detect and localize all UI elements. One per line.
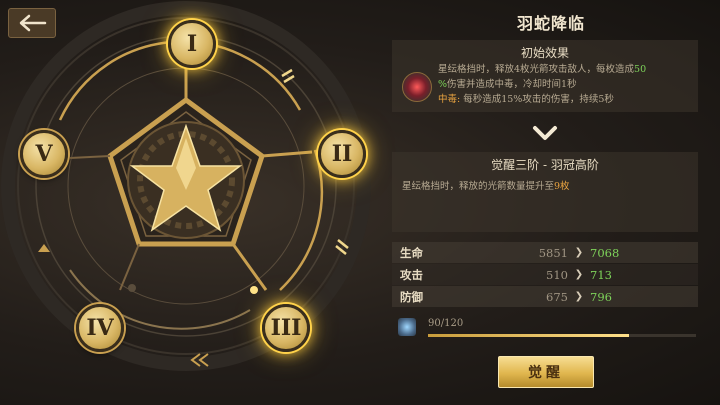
stat-old-value: 675 — [546, 289, 568, 304]
material-progress-fill — [428, 334, 629, 337]
initial-effect-heading: 初始效果 — [520, 46, 569, 60]
material-progress: 90/120 — [398, 316, 696, 340]
chevron-down-icon — [533, 126, 557, 140]
arrow-right-icon: ❯ — [574, 269, 584, 280]
awaken-node-label: V — [35, 141, 53, 167]
stat-row-def: 防御 675 ❯ 796 — [392, 286, 698, 307]
awaken-node-1[interactable]: I — [168, 20, 216, 68]
effect-text-part: 伤害并造成中毒，冷却时间1秒 — [447, 79, 577, 90]
awakening-wheel: I II III IV V — [0, 0, 380, 405]
awaken-node-label: IV — [86, 315, 114, 341]
stat-old-value: 510 — [546, 267, 568, 282]
awaken-node-label: II — [331, 141, 353, 167]
awaken-text-part: 星纭格挡时，释放的光箭数量提升至 — [402, 181, 555, 192]
stats-table: 生命 5851 ❯ 7068 攻击 510 ❯ 713 防御 675 ❯ 796 — [392, 242, 698, 308]
stat-row-atk: 攻击 510 ❯ 713 — [392, 264, 698, 285]
awaken-button[interactable]: 觉醒 — [498, 356, 594, 388]
awaken-effect-text: 星纭格挡时，释放的光箭数量提升至9枚 — [402, 178, 692, 192]
effect-value-unit: % — [438, 79, 448, 90]
initial-effect-panel: 初始效果 星纭格挡时，释放4枚光箭攻击敌人，每枚造成50 %伤害并造成中毒，冷却… — [392, 40, 698, 112]
serpent-skill-icon — [402, 72, 432, 102]
awaken-effect-heading: 觉醒三阶 - 羽冠高阶 — [491, 158, 599, 172]
stat-label: 攻击 — [400, 267, 423, 282]
skill-title: 羽蛇降临 — [516, 14, 585, 33]
stat-new-value: 713 — [590, 267, 612, 282]
stat-label: 防御 — [400, 289, 423, 304]
awaken-node-label: III — [270, 315, 302, 341]
skill-info-panel: 羽蛇降临 初始效果 星纭格挡时，释放4枚光箭攻击敌人，每枚造成50 %伤害并造成… — [392, 0, 710, 405]
material-progress-bar — [428, 334, 696, 337]
awaken-node-5[interactable]: V — [20, 130, 68, 178]
poison-label: 中毒: — [438, 94, 461, 105]
stat-row-hp: 生命 5851 ❯ 7068 — [392, 242, 698, 263]
stat-new-value: 7068 — [590, 245, 620, 260]
effect-value: 50 — [634, 64, 647, 75]
effect-text-part: 星纭格挡时，释放4枚光箭攻击敌人，每枚造成 — [438, 64, 635, 75]
initial-effect-text: 星纭格挡时，释放4枚光箭攻击敌人，每枚造成50 %伤害并造成中毒，冷却时间1秒 … — [438, 62, 694, 107]
awaken-node-label: I — [186, 31, 198, 57]
awaken-node-4[interactable]: IV — [76, 304, 124, 352]
poison-text: 每秒造成15%攻击的伤害，持续5秒 — [460, 94, 614, 105]
crystal-material-icon[interactable] — [398, 318, 416, 336]
stat-new-value: 796 — [590, 289, 612, 304]
material-count: 90/120 — [428, 318, 464, 329]
awaken-node-3[interactable]: III — [262, 304, 310, 352]
awaken-effect-panel: 觉醒三阶 - 羽冠高阶 星纭格挡时，释放的光箭数量提升至9枚 — [392, 152, 698, 232]
arrow-right-icon: ❯ — [574, 247, 584, 258]
awaken-value: 9枚 — [554, 181, 570, 192]
stat-old-value: 5851 — [538, 245, 568, 260]
awaken-node-2[interactable]: II — [318, 130, 366, 178]
stat-label: 生命 — [400, 245, 423, 260]
arrow-right-icon: ❯ — [574, 291, 584, 302]
